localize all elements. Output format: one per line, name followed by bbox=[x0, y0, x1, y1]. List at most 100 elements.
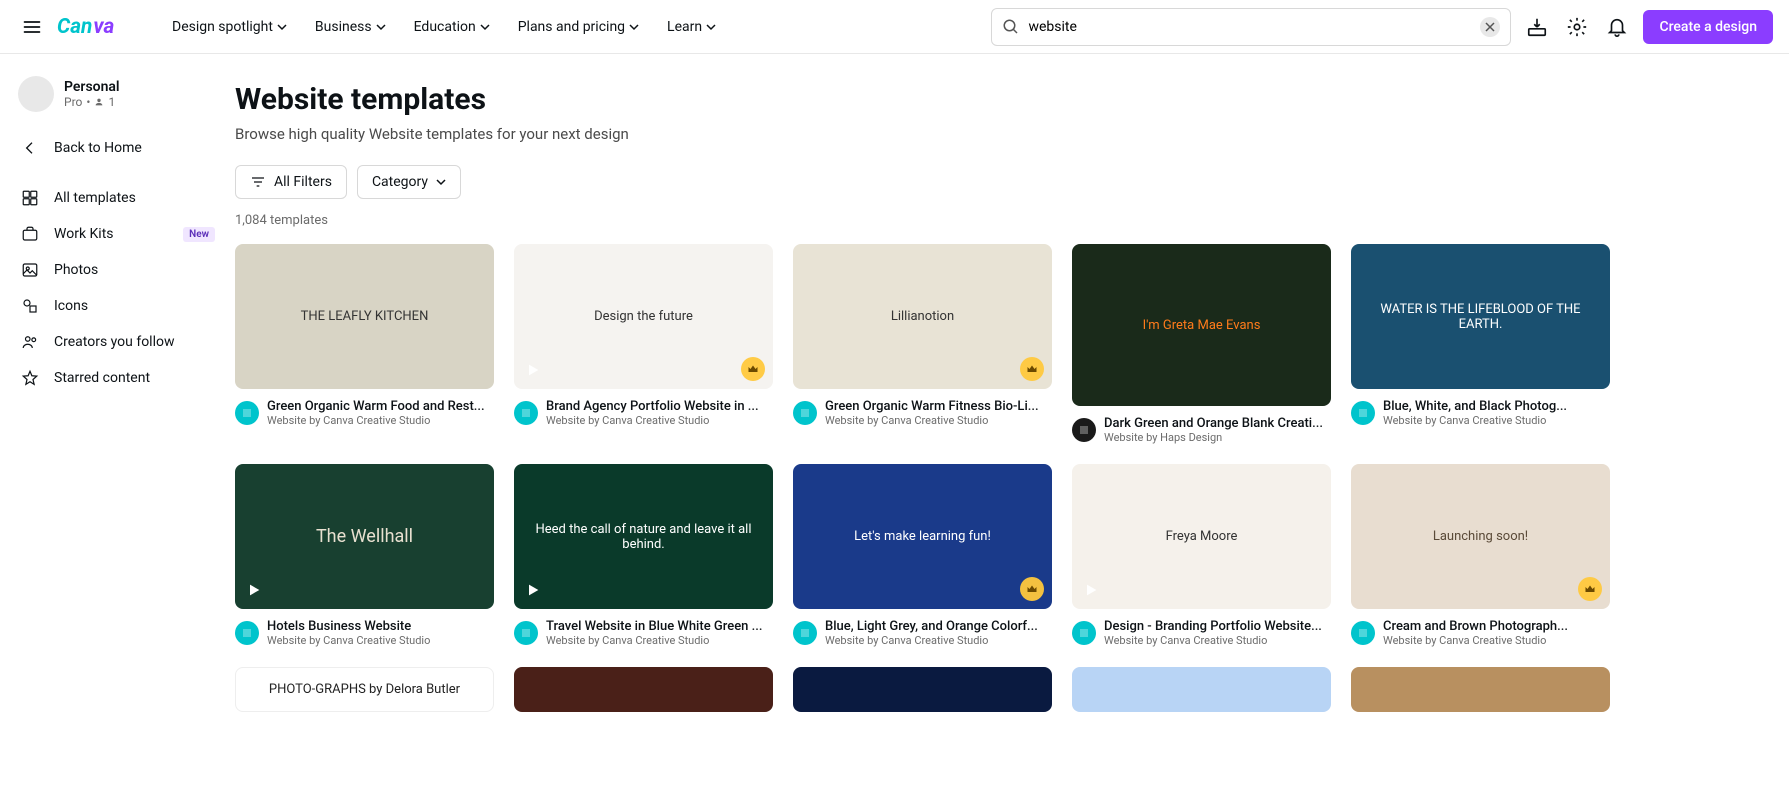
template-title[interactable]: Hotels Business Website bbox=[267, 619, 430, 634]
chevron-down-icon bbox=[436, 177, 446, 187]
video-badge bbox=[243, 579, 265, 601]
author-avatar[interactable] bbox=[1351, 621, 1375, 645]
template-card[interactable]: PHOTO-GRAPHS by Delora Butler bbox=[235, 667, 494, 712]
template-thumbnail[interactable]: Lillianotion bbox=[793, 244, 1052, 389]
template-thumbnail[interactable]: Design the future bbox=[514, 244, 773, 389]
clear-search-button[interactable] bbox=[1480, 17, 1500, 37]
template-title[interactable]: Blue, White, and Black Photog... bbox=[1383, 399, 1567, 414]
template-title[interactable]: Green Organic Warm Fitness Bio-Li... bbox=[825, 399, 1039, 414]
author-avatar[interactable] bbox=[235, 621, 259, 645]
template-author[interactable]: Website by Canva Creative Studio bbox=[1383, 414, 1567, 427]
sidebar-item-label: Work Kits bbox=[54, 226, 114, 242]
template-author[interactable]: Website by Canva Creative Studio bbox=[267, 634, 430, 647]
template-title[interactable]: Travel Website in Blue White Green ... bbox=[546, 619, 762, 634]
template-thumbnail[interactable]: Let's make learning fun! bbox=[793, 464, 1052, 609]
template-thumbnail[interactable] bbox=[1351, 667, 1610, 712]
template-author[interactable]: Website by Canva Creative Studio bbox=[825, 634, 1038, 647]
thumbnail-preview-text: The Wellhall bbox=[308, 518, 421, 555]
profile-block[interactable]: Personal Pro • 1 bbox=[10, 70, 225, 130]
template-title[interactable]: Dark Green and Orange Blank Creati... bbox=[1104, 416, 1323, 431]
template-author[interactable]: Website by Canva Creative Studio bbox=[546, 414, 759, 427]
template-card[interactable]: Launching soon! Cream and Brown Photograp… bbox=[1351, 464, 1610, 647]
create-design-button[interactable]: Create a design bbox=[1643, 10, 1773, 44]
template-card[interactable]: The Wellhall Hotels Business WebsiteWebsi… bbox=[235, 464, 494, 647]
template-card[interactable]: Lillianotion Green Organic Warm Fitness B… bbox=[793, 244, 1052, 444]
template-author[interactable]: Website by Canva Creative Studio bbox=[546, 634, 762, 647]
template-thumbnail[interactable]: Freya Moore bbox=[1072, 464, 1331, 609]
nav-business[interactable]: Business bbox=[315, 19, 386, 35]
new-badge: New bbox=[183, 227, 215, 242]
nav-education[interactable]: Education bbox=[414, 19, 490, 35]
template-thumbnail[interactable]: The Wellhall bbox=[235, 464, 494, 609]
search-input[interactable] bbox=[1028, 19, 1472, 35]
template-card[interactable] bbox=[514, 667, 773, 712]
template-thumbnail[interactable]: Heed the call of nature and leave it all… bbox=[514, 464, 773, 609]
author-avatar[interactable] bbox=[1072, 418, 1096, 442]
template-title[interactable]: Blue, Light Grey, and Orange Colorf... bbox=[825, 619, 1038, 634]
sidebar-item-starred[interactable]: Starred content bbox=[10, 360, 225, 396]
thumbnail-preview-text bbox=[1194, 682, 1210, 698]
template-thumbnail[interactable]: PHOTO-GRAPHS by Delora Butler bbox=[235, 667, 494, 712]
author-avatar[interactable] bbox=[1351, 401, 1375, 425]
hamburger-menu-button[interactable] bbox=[16, 11, 48, 43]
settings-icon-button[interactable] bbox=[1563, 13, 1591, 41]
search-box[interactable] bbox=[991, 8, 1511, 46]
author-avatar[interactable] bbox=[235, 401, 259, 425]
sidebar-item-work-kits[interactable]: Work Kits New bbox=[10, 216, 225, 252]
gear-icon bbox=[1566, 16, 1588, 38]
sidebar-item-photos[interactable]: Photos bbox=[10, 252, 225, 288]
video-badge bbox=[522, 359, 544, 381]
template-title[interactable]: Green Organic Warm Food and Rest... bbox=[267, 399, 485, 414]
template-card[interactable]: WATER IS THE LIFEBLOOD OF THE EARTH. Blue… bbox=[1351, 244, 1610, 444]
sidebar-item-all-templates[interactable]: All templates bbox=[10, 180, 225, 216]
author-avatar[interactable] bbox=[793, 621, 817, 645]
template-card[interactable] bbox=[793, 667, 1052, 712]
template-author[interactable]: Website by Haps Design bbox=[1104, 431, 1323, 444]
template-thumbnail[interactable]: I'm Greta Mae Evans bbox=[1072, 244, 1331, 406]
author-avatar[interactable] bbox=[514, 621, 538, 645]
template-card[interactable]: THE LEAFLY KITCHEN Green Organic Warm Foo… bbox=[235, 244, 494, 444]
all-filters-button[interactable]: All Filters bbox=[235, 165, 347, 199]
template-thumbnail[interactable]: WATER IS THE LIFEBLOOD OF THE EARTH. bbox=[1351, 244, 1610, 389]
template-thumbnail[interactable]: Launching soon! bbox=[1351, 464, 1610, 609]
nav-learn[interactable]: Learn bbox=[667, 19, 716, 35]
template-card[interactable] bbox=[1351, 667, 1610, 712]
download-icon-button[interactable] bbox=[1523, 13, 1551, 41]
author-avatar[interactable] bbox=[793, 401, 817, 425]
sidebar-item-label: Icons bbox=[54, 298, 88, 314]
template-card[interactable]: Heed the call of nature and leave it all… bbox=[514, 464, 773, 647]
arrow-left-icon bbox=[20, 138, 40, 158]
notifications-icon-button[interactable] bbox=[1603, 13, 1631, 41]
template-card[interactable]: Let's make learning fun! Blue, Light Grey… bbox=[793, 464, 1052, 647]
author-avatar[interactable] bbox=[1072, 621, 1096, 645]
template-title[interactable]: Cream and Brown Photograph... bbox=[1383, 619, 1568, 634]
template-thumbnail[interactable] bbox=[514, 667, 773, 712]
category-filter-button[interactable]: Category bbox=[357, 165, 461, 199]
person-icon bbox=[94, 97, 104, 107]
template-author[interactable]: Website by Canva Creative Studio bbox=[1104, 634, 1322, 647]
back-to-home-link[interactable]: Back to Home bbox=[10, 130, 225, 166]
template-author[interactable]: Website by Canva Creative Studio bbox=[825, 414, 1039, 427]
template-thumbnail[interactable] bbox=[1072, 667, 1331, 712]
template-title[interactable]: Brand Agency Portfolio Website in ... bbox=[546, 399, 759, 414]
template-card[interactable]: I'm Greta Mae Evans Dark Green and Orange… bbox=[1072, 244, 1331, 444]
template-thumbnail[interactable]: THE LEAFLY KITCHEN bbox=[235, 244, 494, 389]
topbar-right: Create a design bbox=[991, 8, 1773, 46]
main-content: Website templates Browse high quality We… bbox=[235, 54, 1789, 712]
sidebar-item-icons[interactable]: Icons bbox=[10, 288, 225, 324]
star-icon bbox=[20, 368, 40, 388]
template-author[interactable]: Website by Canva Creative Studio bbox=[1383, 634, 1568, 647]
template-title[interactable]: Design - Branding Portfolio Website... bbox=[1104, 619, 1322, 634]
nav-plans-and-pricing[interactable]: Plans and pricing bbox=[518, 19, 639, 35]
template-card[interactable]: Design the future Brand Agency Portfolio … bbox=[514, 244, 773, 444]
canva-logo[interactable]: Canva bbox=[56, 14, 136, 40]
sidebar-item-creators[interactable]: Creators you follow bbox=[10, 324, 225, 360]
template-card[interactable] bbox=[1072, 667, 1331, 712]
chevron-down-icon bbox=[277, 22, 287, 32]
thumbnail-preview-text: I'm Greta Mae Evans bbox=[1135, 310, 1269, 341]
author-avatar[interactable] bbox=[514, 401, 538, 425]
template-card[interactable]: Freya Moore Design - Branding Portfolio W… bbox=[1072, 464, 1331, 647]
template-thumbnail[interactable] bbox=[793, 667, 1052, 712]
template-author[interactable]: Website by Canva Creative Studio bbox=[267, 414, 485, 427]
nav-design-spotlight[interactable]: Design spotlight bbox=[172, 19, 287, 35]
